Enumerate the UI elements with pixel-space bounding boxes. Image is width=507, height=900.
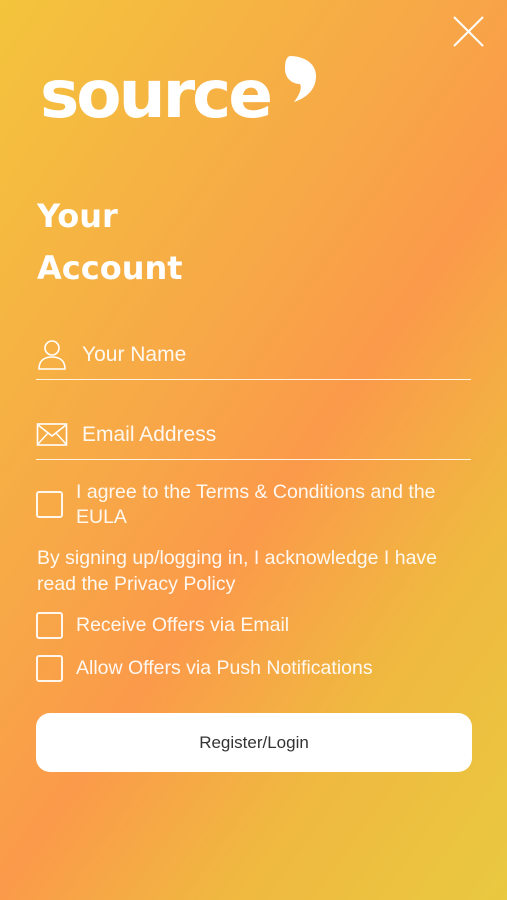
offers-push-checkbox[interactable]	[36, 655, 63, 682]
email-field	[36, 412, 471, 460]
envelope-icon	[36, 418, 68, 450]
privacy-acknowledgement: By signing up/logging in, I acknowledge …	[37, 547, 438, 595]
logo-quote-mark-icon	[285, 56, 316, 102]
terms-row: I agree to the Terms & Conditions and th…	[36, 480, 476, 530]
offers-push-label: Allow Offers via Push Notifications	[76, 657, 373, 679]
terms-label: I agree to the Terms & Conditions and th…	[76, 481, 436, 528]
user-icon	[36, 338, 68, 370]
register-screen: source Your Account I agre	[0, 0, 507, 900]
close-icon	[453, 16, 484, 47]
offers-email-checkbox[interactable]	[36, 612, 63, 639]
page-title: Your Account	[37, 190, 183, 294]
email-input[interactable]	[82, 420, 462, 450]
terms-checkbox[interactable]	[36, 491, 63, 518]
brand-logo: source	[38, 54, 338, 134]
offers-push-row: Allow Offers via Push Notifications	[36, 655, 476, 682]
register-login-button[interactable]: Register/Login	[36, 713, 472, 772]
title-line-1: Your	[37, 197, 118, 235]
name-field	[36, 332, 471, 380]
title-line-2: Account	[37, 249, 183, 287]
name-input[interactable]	[82, 340, 462, 370]
offers-email-label: Receive Offers via Email	[76, 614, 290, 636]
logo-wordmark: source	[40, 56, 273, 133]
offers-email-row: Receive Offers via Email	[36, 612, 476, 639]
close-button[interactable]	[450, 14, 486, 50]
